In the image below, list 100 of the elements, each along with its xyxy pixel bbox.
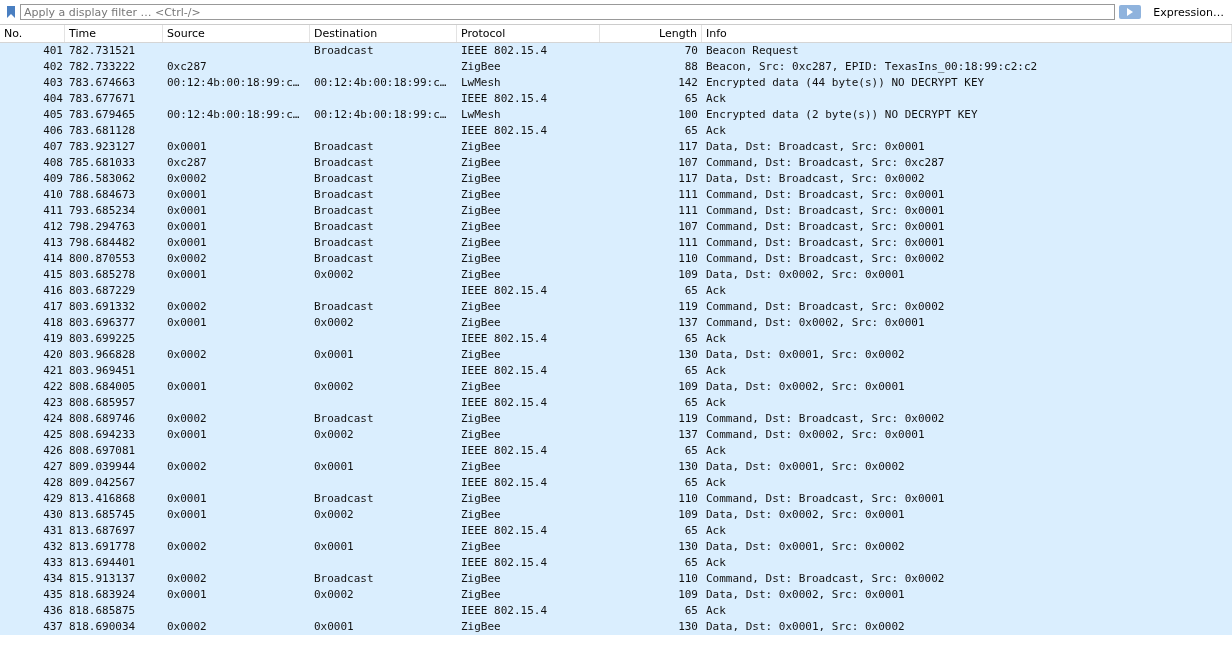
table-cell: 130 [678, 460, 698, 473]
table-cell: 65 [684, 284, 698, 297]
packet-row[interactable]: 405 783.679465 00:12:4b:00:18:99:c… 00:12:4b:00:18:99:c… LwMesh 100 Encrypted data (2 byte(s)) NO DECRYPT KEY [0, 107, 1232, 123]
table-cell: IEEE 802.15.4 [461, 44, 548, 57]
table-cell: 111 [678, 204, 698, 217]
table-cell: Command, Dst: Broadcast, Src: 0x0001 [706, 492, 945, 505]
table-cell: Command, Dst: Broadcast, Src: 0x0002 [706, 300, 945, 313]
packet-row[interactable]: 407 783.923127 0x0001 Broadcast ZigBee 117 Data, Dst: Broadcast, Src: 0x0001 [0, 139, 1232, 155]
table-cell: 404 [43, 92, 63, 105]
packet-row[interactable]: 420 803.966828 0x0002 0x0001 ZigBee 130 Data, Dst: 0x0001, Src: 0x0002 [0, 347, 1232, 363]
packet-row[interactable]: 426 808.697081 IEEE 802.15.4 65 Ack [0, 443, 1232, 459]
packet-row[interactable]: 427 809.039944 0x0002 0x0001 ZigBee 130 Data, Dst: 0x0001, Src: 0x0002 [0, 459, 1232, 475]
packet-row[interactable]: 423 808.685957 IEEE 802.15.4 65 Ack [0, 395, 1232, 411]
table-cell: 410 [43, 188, 63, 201]
packet-row[interactable]: 418 803.696377 0x0001 0x0002 ZigBee 137 Command, Dst: 0x0002, Src: 0x0001 [0, 315, 1232, 331]
packet-row[interactable]: 435 818.683924 0x0001 0x0002 ZigBee 109 Data, Dst: 0x0002, Src: 0x0001 [0, 587, 1232, 603]
table-cell: ZigBee [461, 572, 501, 585]
packet-row[interactable]: 413 798.684482 0x0001 Broadcast ZigBee 111 Command, Dst: Broadcast, Src: 0x0001 [0, 235, 1232, 251]
packet-row[interactable]: 430 813.685745 0x0001 0x0002 ZigBee 109 Data, Dst: 0x0002, Src: 0x0001 [0, 507, 1232, 523]
packet-row[interactable]: 403 783.674663 00:12:4b:00:18:99:c… 00:12:4b:00:18:99:c… LwMesh 142 Encrypted data (44 byte(s)) NO DECRYPT KEY [0, 75, 1232, 91]
table-cell: 783.674663 [69, 76, 136, 89]
table-cell: 421 [43, 364, 63, 377]
packet-row[interactable]: 434 815.913137 0x0002 Broadcast ZigBee 110 Command, Dst: Broadcast, Src: 0x0002 [0, 571, 1232, 587]
table-cell: Ack [706, 604, 726, 617]
bookmark-icon [6, 6, 16, 18]
packet-row[interactable]: 404 783.677671 IEEE 802.15.4 65 Ack [0, 91, 1232, 107]
packet-row[interactable]: 409 786.583062 0x0002 Broadcast ZigBee 117 Data, Dst: Broadcast, Src: 0x0002 [0, 171, 1232, 187]
table-cell: 107 [678, 156, 698, 169]
table-cell: IEEE 802.15.4 [461, 476, 548, 489]
table-cell: ZigBee [461, 60, 501, 73]
table-cell: 798.684482 [69, 236, 136, 249]
packet-row[interactable]: 421 803.969451 IEEE 802.15.4 65 Ack [0, 363, 1232, 379]
table-cell: 65 [684, 524, 698, 537]
table-cell: 813.416868 [69, 492, 136, 505]
packet-row[interactable]: 424 808.689746 0x0002 Broadcast ZigBee 119 Command, Dst: Broadcast, Src: 0x0002 [0, 411, 1232, 427]
table-cell: LwMesh [461, 76, 501, 89]
table-cell: 808.689746 [69, 412, 136, 425]
table-cell: 0xc287 [167, 60, 207, 73]
column-header[interactable]: Length [600, 25, 702, 42]
table-cell: 0x0001 [167, 380, 207, 393]
table-cell: Command, Dst: Broadcast, Src: 0x0002 [706, 252, 945, 265]
column-header[interactable]: Protocol [457, 25, 600, 42]
table-cell: Ack [706, 396, 726, 409]
column-header[interactable]: Time [65, 25, 163, 42]
table-cell: 00:12:4b:00:18:99:c… [167, 108, 300, 121]
packet-row[interactable]: 406 783.681128 IEEE 802.15.4 65 Ack [0, 123, 1232, 139]
packet-row[interactable]: 412 798.294763 0x0001 Broadcast ZigBee 107 Command, Dst: Broadcast, Src: 0x0001 [0, 219, 1232, 235]
table-cell: Broadcast [314, 252, 374, 265]
packet-row[interactable]: 419 803.699225 IEEE 802.15.4 65 Ack [0, 331, 1232, 347]
packet-row[interactable]: 410 788.684673 0x0001 Broadcast ZigBee 111 Command, Dst: Broadcast, Src: 0x0001 [0, 187, 1232, 203]
packet-row[interactable]: 429 813.416868 0x0001 Broadcast ZigBee 110 Command, Dst: Broadcast, Src: 0x0001 [0, 491, 1232, 507]
table-cell: Command, Dst: Broadcast, Src: 0x0002 [706, 572, 945, 585]
packet-row[interactable]: 432 813.691778 0x0002 0x0001 ZigBee 130 Data, Dst: 0x0001, Src: 0x0002 [0, 539, 1232, 555]
table-cell: 793.685234 [69, 204, 136, 217]
display-filter-field[interactable]: Apply a display filter … <Ctrl-/> [20, 4, 1116, 20]
table-cell: 130 [678, 348, 698, 361]
table-cell: 0x0002 [167, 412, 207, 425]
packet-row[interactable]: 414 800.870553 0x0002 Broadcast ZigBee 110 Command, Dst: Broadcast, Src: 0x0002 [0, 251, 1232, 267]
packet-row[interactable]: 416 803.687229 IEEE 802.15.4 65 Ack [0, 283, 1232, 299]
expression-button[interactable]: Expression… [1149, 5, 1228, 19]
packet-row[interactable]: 417 803.691332 0x0002 Broadcast ZigBee 119 Command, Dst: Broadcast, Src: 0x0002 [0, 299, 1232, 315]
table-cell: 803.691332 [69, 300, 136, 313]
table-cell: 117 [678, 172, 698, 185]
packet-row[interactable]: 422 808.684005 0x0001 0x0002 ZigBee 109 Data, Dst: 0x0002, Src: 0x0001 [0, 379, 1232, 395]
table-cell: 65 [684, 444, 698, 457]
column-header[interactable]: No. [0, 25, 65, 42]
table-cell: IEEE 802.15.4 [461, 604, 548, 617]
packet-row[interactable]: 433 813.694401 IEEE 802.15.4 65 Ack [0, 555, 1232, 571]
packet-row[interactable]: 408 785.681033 0xc287 Broadcast ZigBee 107 Command, Dst: Broadcast, Src: 0xc287 [0, 155, 1232, 171]
packet-row[interactable]: 411 793.685234 0x0001 Broadcast ZigBee 111 Command, Dst: Broadcast, Src: 0x0001 [0, 203, 1232, 219]
table-cell: ZigBee [461, 492, 501, 505]
column-header[interactable]: Destination [310, 25, 457, 42]
table-cell: 0x0001 [167, 588, 207, 601]
table-cell: ZigBee [461, 316, 501, 329]
table-cell: 428 [43, 476, 63, 489]
table-cell: ZigBee [461, 236, 501, 249]
table-cell: ZigBee [461, 412, 501, 425]
table-cell: 809.039944 [69, 460, 136, 473]
packet-row[interactable]: 431 813.687697 IEEE 802.15.4 65 Ack [0, 523, 1232, 539]
table-cell: IEEE 802.15.4 [461, 364, 548, 377]
packet-row[interactable]: 428 809.042567 IEEE 802.15.4 65 Ack [0, 475, 1232, 491]
table-cell: 809.042567 [69, 476, 136, 489]
table-cell: Command, Dst: 0x0002, Src: 0x0001 [706, 316, 925, 329]
table-cell: Broadcast [314, 140, 374, 153]
table-cell: 800.870553 [69, 252, 136, 265]
packet-row[interactable]: 436 818.685875 IEEE 802.15.4 65 Ack [0, 603, 1232, 619]
table-cell: 142 [678, 76, 698, 89]
table-cell: 813.687697 [69, 524, 136, 537]
table-cell: 803.687229 [69, 284, 136, 297]
table-cell: 418 [43, 316, 63, 329]
packet-row[interactable]: 425 808.694233 0x0001 0x0002 ZigBee 137 Command, Dst: 0x0002, Src: 0x0001 [0, 427, 1232, 443]
table-cell: Ack [706, 444, 726, 457]
packet-row[interactable]: 402 782.733222 0xc287 ZigBee 88 Beacon, Src: 0xc287, EPID: TexasIns_00:18:99:c2:c2 [0, 59, 1232, 75]
table-cell: ZigBee [461, 460, 501, 473]
column-header[interactable]: Info [702, 25, 1232, 42]
packet-row[interactable]: 415 803.685278 0x0001 0x0002 ZigBee 109 Data, Dst: 0x0002, Src: 0x0001 [0, 267, 1232, 283]
packet-row[interactable]: 437 818.690034 0x0002 0x0001 ZigBee 130 Data, Dst: 0x0001, Src: 0x0002 [0, 619, 1232, 635]
table-cell: ZigBee [461, 540, 501, 553]
packet-row[interactable]: 401 782.731521 Broadcast IEEE 802.15.4 70 Beacon Request [0, 43, 1232, 59]
column-header[interactable]: Source [163, 25, 310, 42]
